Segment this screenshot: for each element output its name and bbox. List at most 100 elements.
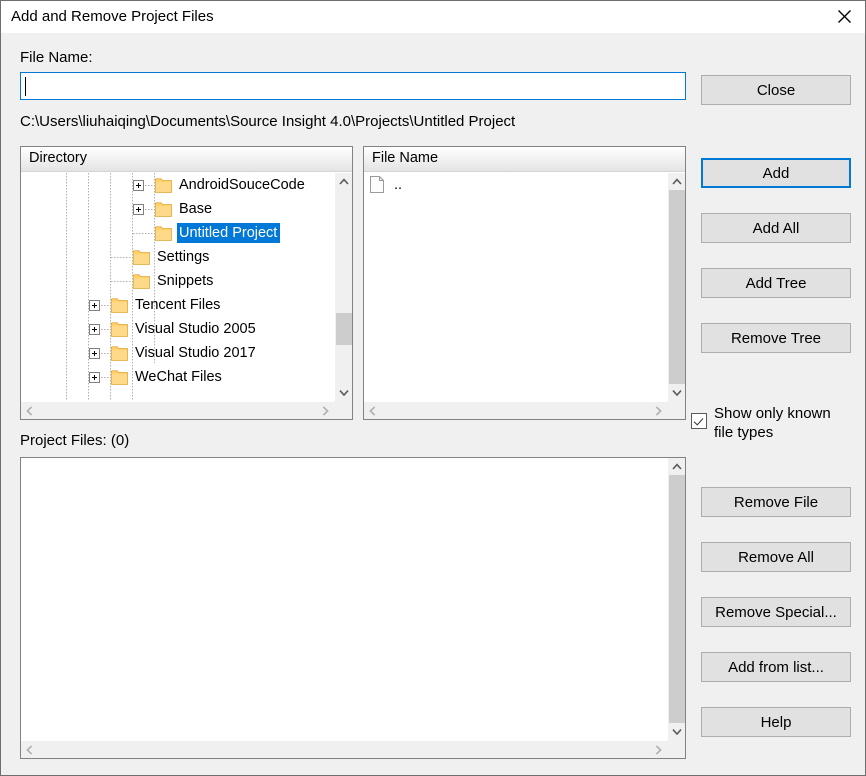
directory-tree-item[interactable]: AndroidSouceCode — [21, 173, 334, 197]
tree-connector — [133, 233, 153, 234]
directory-tree-item[interactable]: WeChat Files — [21, 365, 334, 389]
directory-tree-item[interactable]: Base — [21, 197, 334, 221]
add-from-list-button[interactable]: Add from list... — [701, 652, 851, 682]
directory-tree-item[interactable]: Snippets — [21, 269, 334, 293]
folder-icon — [111, 346, 128, 361]
folder-icon — [155, 226, 172, 241]
scroll-left-icon[interactable] — [21, 741, 38, 758]
directory-item-label: Visual Studio 2017 — [135, 345, 256, 361]
directory-item-label: Settings — [157, 249, 210, 265]
directory-tree-item[interactable]: Visual Studio 2017 — [21, 341, 334, 365]
directory-item-label: Visual Studio 2005 — [135, 321, 256, 337]
directory-panel-header: Directory — [21, 147, 352, 172]
scrollbar-corner — [667, 401, 685, 419]
scroll-up-icon[interactable] — [668, 173, 685, 190]
checkbox-box[interactable] — [691, 413, 707, 429]
file-name-panel-body[interactable]: .. — [364, 173, 685, 419]
scroll-down-icon[interactable] — [335, 384, 352, 401]
directory-vertical-scrollbar[interactable] — [334, 173, 352, 401]
tree-expand-icon[interactable] — [89, 324, 100, 335]
file-name-label: File Name: — [20, 49, 93, 66]
folder-icon — [133, 250, 150, 265]
scroll-right-icon[interactable] — [317, 402, 334, 419]
directory-item-label: Snippets — [157, 273, 214, 289]
file-name-panel-header: File Name — [364, 147, 685, 172]
file-name-header-label: File Name — [372, 150, 439, 166]
directory-horizontal-scrollbar[interactable] — [21, 401, 334, 419]
scroll-right-icon[interactable] — [650, 402, 667, 419]
directory-item-label: Base — [179, 201, 213, 217]
tree-expand-icon[interactable] — [89, 348, 100, 359]
file-list[interactable]: .. — [364, 173, 667, 401]
show-only-known-file-types-checkbox[interactable]: Show only known file types — [691, 404, 859, 442]
folder-icon — [155, 178, 172, 193]
file-list-scroll-thumb[interactable] — [669, 190, 685, 384]
file-list-rows: .. — [364, 173, 667, 196]
project-files-vertical-scrollbar[interactable] — [667, 458, 685, 740]
scroll-down-icon[interactable] — [668, 384, 685, 401]
add-tree-button[interactable]: Add Tree — [701, 268, 851, 298]
scrollbar-corner — [667, 740, 685, 758]
close-button[interactable]: Close — [701, 75, 851, 105]
remove-file-button[interactable]: Remove File — [701, 487, 851, 517]
file-item-label: .. — [394, 176, 403, 193]
checkbox-label: Show only known file types — [714, 405, 831, 441]
directory-panel: Directory AndroidSouceCode Base Untitled P… — [20, 146, 353, 420]
directory-panel-body[interactable]: AndroidSouceCode Base Untitled Project Sett… — [21, 173, 352, 419]
directory-item-label: Untitled Project — [177, 223, 281, 243]
directory-tree-item[interactable]: Tencent Files — [21, 293, 334, 317]
tree-expand-icon[interactable] — [133, 180, 144, 191]
tree-connector — [111, 281, 131, 282]
project-files-panel — [20, 457, 686, 759]
file-list-horizontal-scrollbar[interactable] — [364, 401, 667, 419]
directory-header-label: Directory — [29, 150, 88, 166]
folder-icon — [111, 370, 128, 385]
file-list-vertical-scrollbar[interactable] — [667, 173, 685, 401]
scroll-right-icon[interactable] — [650, 741, 667, 758]
tree-expand-icon[interactable] — [133, 204, 144, 215]
directory-item-label: AndroidSouceCode — [179, 177, 305, 193]
directory-tree-item[interactable]: Settings — [21, 245, 334, 269]
remove-tree-button[interactable]: Remove Tree — [701, 323, 851, 353]
scroll-up-icon[interactable] — [668, 458, 685, 475]
tree-expand-icon[interactable] — [89, 372, 100, 383]
directory-item-label: Tencent Files — [135, 297, 221, 313]
file-name-panel: File Name .. — [363, 146, 686, 420]
add-all-button[interactable]: Add All — [701, 213, 851, 243]
folder-icon — [133, 274, 150, 289]
directory-tree[interactable]: AndroidSouceCode Base Untitled Project Sett… — [21, 173, 334, 401]
add-button[interactable]: Add — [701, 158, 851, 188]
help-button[interactable]: Help — [701, 707, 851, 737]
scroll-up-icon[interactable] — [335, 173, 352, 190]
directory-item-label: WeChat Files — [135, 369, 222, 385]
directory-tree-item[interactable]: Visual Studio 2005 — [21, 317, 334, 341]
close-icon[interactable] — [821, 1, 865, 32]
tree-expand-icon[interactable] — [89, 300, 100, 311]
project-files-horizontal-scrollbar[interactable] — [21, 740, 667, 758]
text-caret — [25, 77, 26, 96]
directory-tree-item[interactable]: Untitled Project — [21, 221, 334, 245]
scroll-left-icon[interactable] — [21, 402, 38, 419]
dialog-client-area: File Name: C:\Users\liuhaiqing\Documents… — [1, 33, 865, 775]
tree-connector — [111, 257, 131, 258]
scroll-left-icon[interactable] — [364, 402, 381, 419]
remove-special-button[interactable]: Remove Special... — [701, 597, 851, 627]
project-files-body[interactable] — [21, 458, 685, 758]
project-files-label: Project Files: (0) — [20, 432, 130, 449]
add-remove-project-files-dialog: Add and Remove Project Files File Name: … — [0, 0, 866, 776]
file-list-item[interactable]: .. — [364, 173, 667, 196]
file-icon — [370, 176, 384, 193]
current-path-text: C:\Users\liuhaiqing\Documents\Source Ins… — [20, 113, 516, 130]
file-name-input[interactable] — [20, 72, 686, 100]
folder-icon — [111, 322, 128, 337]
directory-scroll-thumb[interactable] — [336, 313, 352, 345]
scroll-down-icon[interactable] — [668, 723, 685, 740]
remove-all-button[interactable]: Remove All — [701, 542, 851, 572]
project-files-scroll-thumb[interactable] — [669, 475, 685, 723]
folder-icon — [111, 298, 128, 313]
project-files-list[interactable] — [21, 458, 667, 740]
window-title: Add and Remove Project Files — [11, 8, 214, 25]
directory-tree-rows: AndroidSouceCode Base Untitled Project Sett… — [21, 173, 334, 389]
folder-icon — [155, 202, 172, 217]
title-bar: Add and Remove Project Files — [1, 1, 865, 33]
